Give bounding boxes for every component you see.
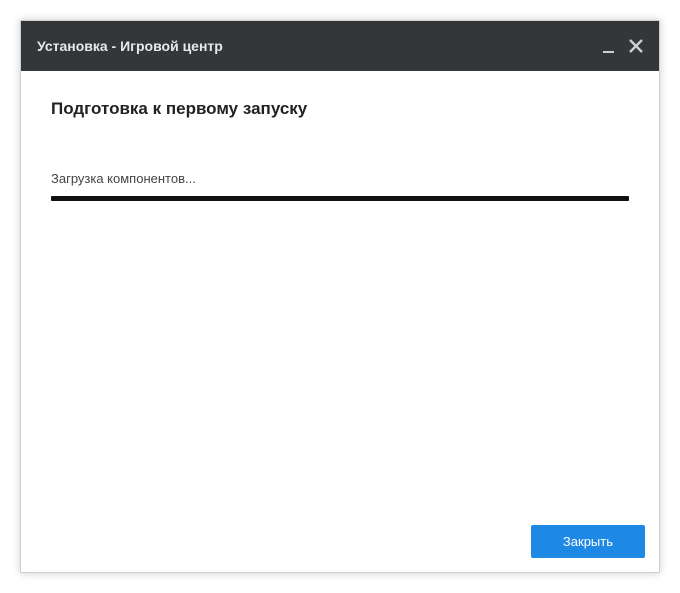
status-text: Загрузка компонентов... <box>51 171 629 186</box>
minimize-button[interactable] <box>599 37 617 55</box>
close-button[interactable]: Закрыть <box>531 525 645 558</box>
content-area: Подготовка к первому запуску Загрузка ко… <box>21 71 659 525</box>
minimize-icon <box>603 51 614 53</box>
installer-window: Установка - Игровой центр Подготовка к п… <box>20 20 660 573</box>
close-window-button[interactable] <box>625 35 647 57</box>
footer: Закрыть <box>21 525 659 572</box>
window-controls <box>599 35 647 57</box>
window-title: Установка - Игровой центр <box>37 38 223 54</box>
progress-bar <box>51 196 629 201</box>
close-icon <box>628 38 644 54</box>
page-heading: Подготовка к первому запуску <box>51 99 629 119</box>
titlebar: Установка - Игровой центр <box>21 21 659 71</box>
